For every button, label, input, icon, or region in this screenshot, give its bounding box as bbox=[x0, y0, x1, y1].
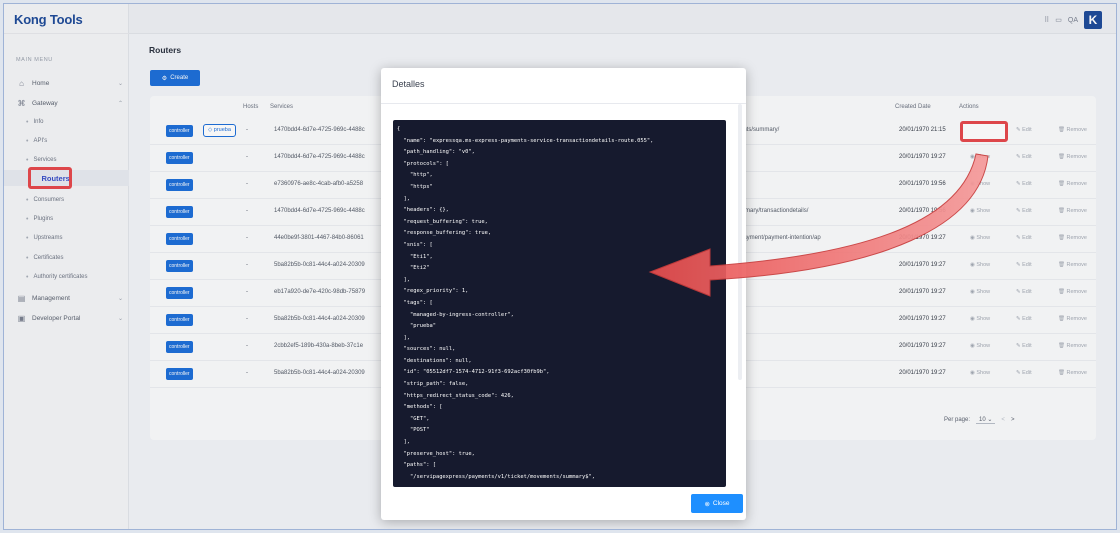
modal-divider bbox=[381, 103, 746, 104]
close-circle-icon: ⊗ bbox=[704, 500, 710, 508]
close-label: Close bbox=[712, 500, 730, 507]
modal-scrollbar[interactable] bbox=[738, 104, 742, 380]
details-modal: Detalles { "name": "expressqa.ms-express… bbox=[381, 68, 746, 520]
json-code-block: { "name": "expressqa.ms-express-payments… bbox=[393, 120, 726, 487]
close-button[interactable]: ⊗ Close bbox=[691, 494, 743, 513]
modal-title: Detalles bbox=[392, 79, 425, 89]
json-text: { "name": "expressqa.ms-express-payments… bbox=[397, 126, 654, 480]
app-window: Kong Tools MAIN MENU ⌂ Home ⌄ ⌘ Gateway … bbox=[3, 3, 1117, 530]
